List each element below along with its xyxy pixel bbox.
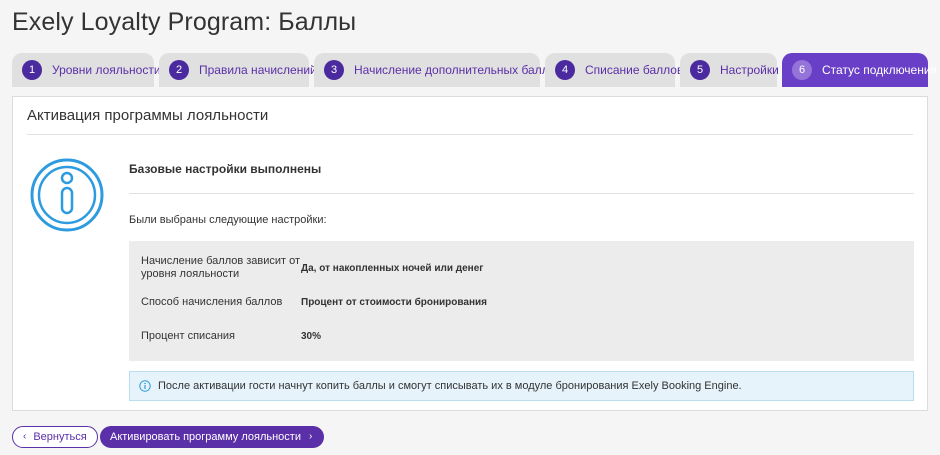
notice-text: После активации гости начнут копить балл… [158,380,742,392]
info-small-icon [139,380,151,392]
settings-table: Начисление баллов зависит от уровня лоял… [129,241,914,361]
setting-label: Способ начисления баллов [141,295,283,308]
setting-row: Способ начисления баллов Процент от стои… [141,285,902,319]
step-number: 2 [169,60,189,80]
settings-summary: Базовые настройки выполнены Были выбраны… [129,157,914,401]
card-title: Активация программы лояльности [27,107,269,124]
step-loyalty-levels[interactable]: 1 Уровни лояльности [12,53,161,87]
info-circle-icon [30,158,104,232]
step-label: Начисление дополнительных баллов [354,63,562,77]
card-divider [27,134,913,135]
step-number: 1 [22,60,42,80]
step-label: Уровни лояльности [52,63,161,77]
activation-card: Активация программы лояльности Базовые н… [12,96,928,411]
step-label: Статус подключения [822,63,938,77]
activation-notice: После активации гости начнут копить балл… [129,371,914,401]
chevron-right-icon: › [309,431,313,442]
step-additional-points[interactable]: 3 Начисление дополнительных баллов [314,53,562,87]
step-number: 6 [792,60,812,80]
chevron-left-icon: ‹ [23,431,27,442]
back-button[interactable]: ‹ Вернуться [12,426,98,448]
step-number: 3 [324,60,344,80]
step-label: Списание баллов [585,63,684,77]
setting-value: Процент от стоимости бронирования [301,296,487,308]
summary-subtitle: Были выбраны следующие настройки: [129,214,327,226]
step-points-redemption[interactable]: 4 Списание баллов [545,53,683,87]
step-settings[interactable]: 5 Настройки [680,53,779,87]
setting-row: Процент списания 30% [141,319,902,353]
activate-button-label: Активировать программу лояльности [110,431,301,443]
activate-program-button[interactable]: Активировать программу лояльности › [100,426,325,448]
step-accrual-rules[interactable]: 2 Правила начислений [159,53,317,87]
step-label: Правила начислений [199,63,317,77]
page-title: Exely Loyalty Program: Баллы [12,8,357,36]
summary-title: Базовые настройки выполнены [129,162,322,176]
step-number: 5 [690,60,710,80]
wizard-steps: 1 Уровни лояльности 2 Правила начислений… [12,53,937,87]
setting-value: Да, от накопленных ночей или денег [301,262,484,274]
setting-label: Процент списания [141,329,235,342]
summary-divider [129,193,914,194]
setting-row: Начисление баллов зависит от уровня лоял… [141,251,902,285]
step-number: 4 [555,60,575,80]
setting-label: Начисление баллов зависит от уровня лоял… [141,255,301,280]
back-button-label: Вернуться [33,431,87,443]
step-label: Настройки [720,63,779,77]
setting-value: 30% [301,330,322,342]
step-connection-status[interactable]: 6 Статус подключения [782,53,937,87]
